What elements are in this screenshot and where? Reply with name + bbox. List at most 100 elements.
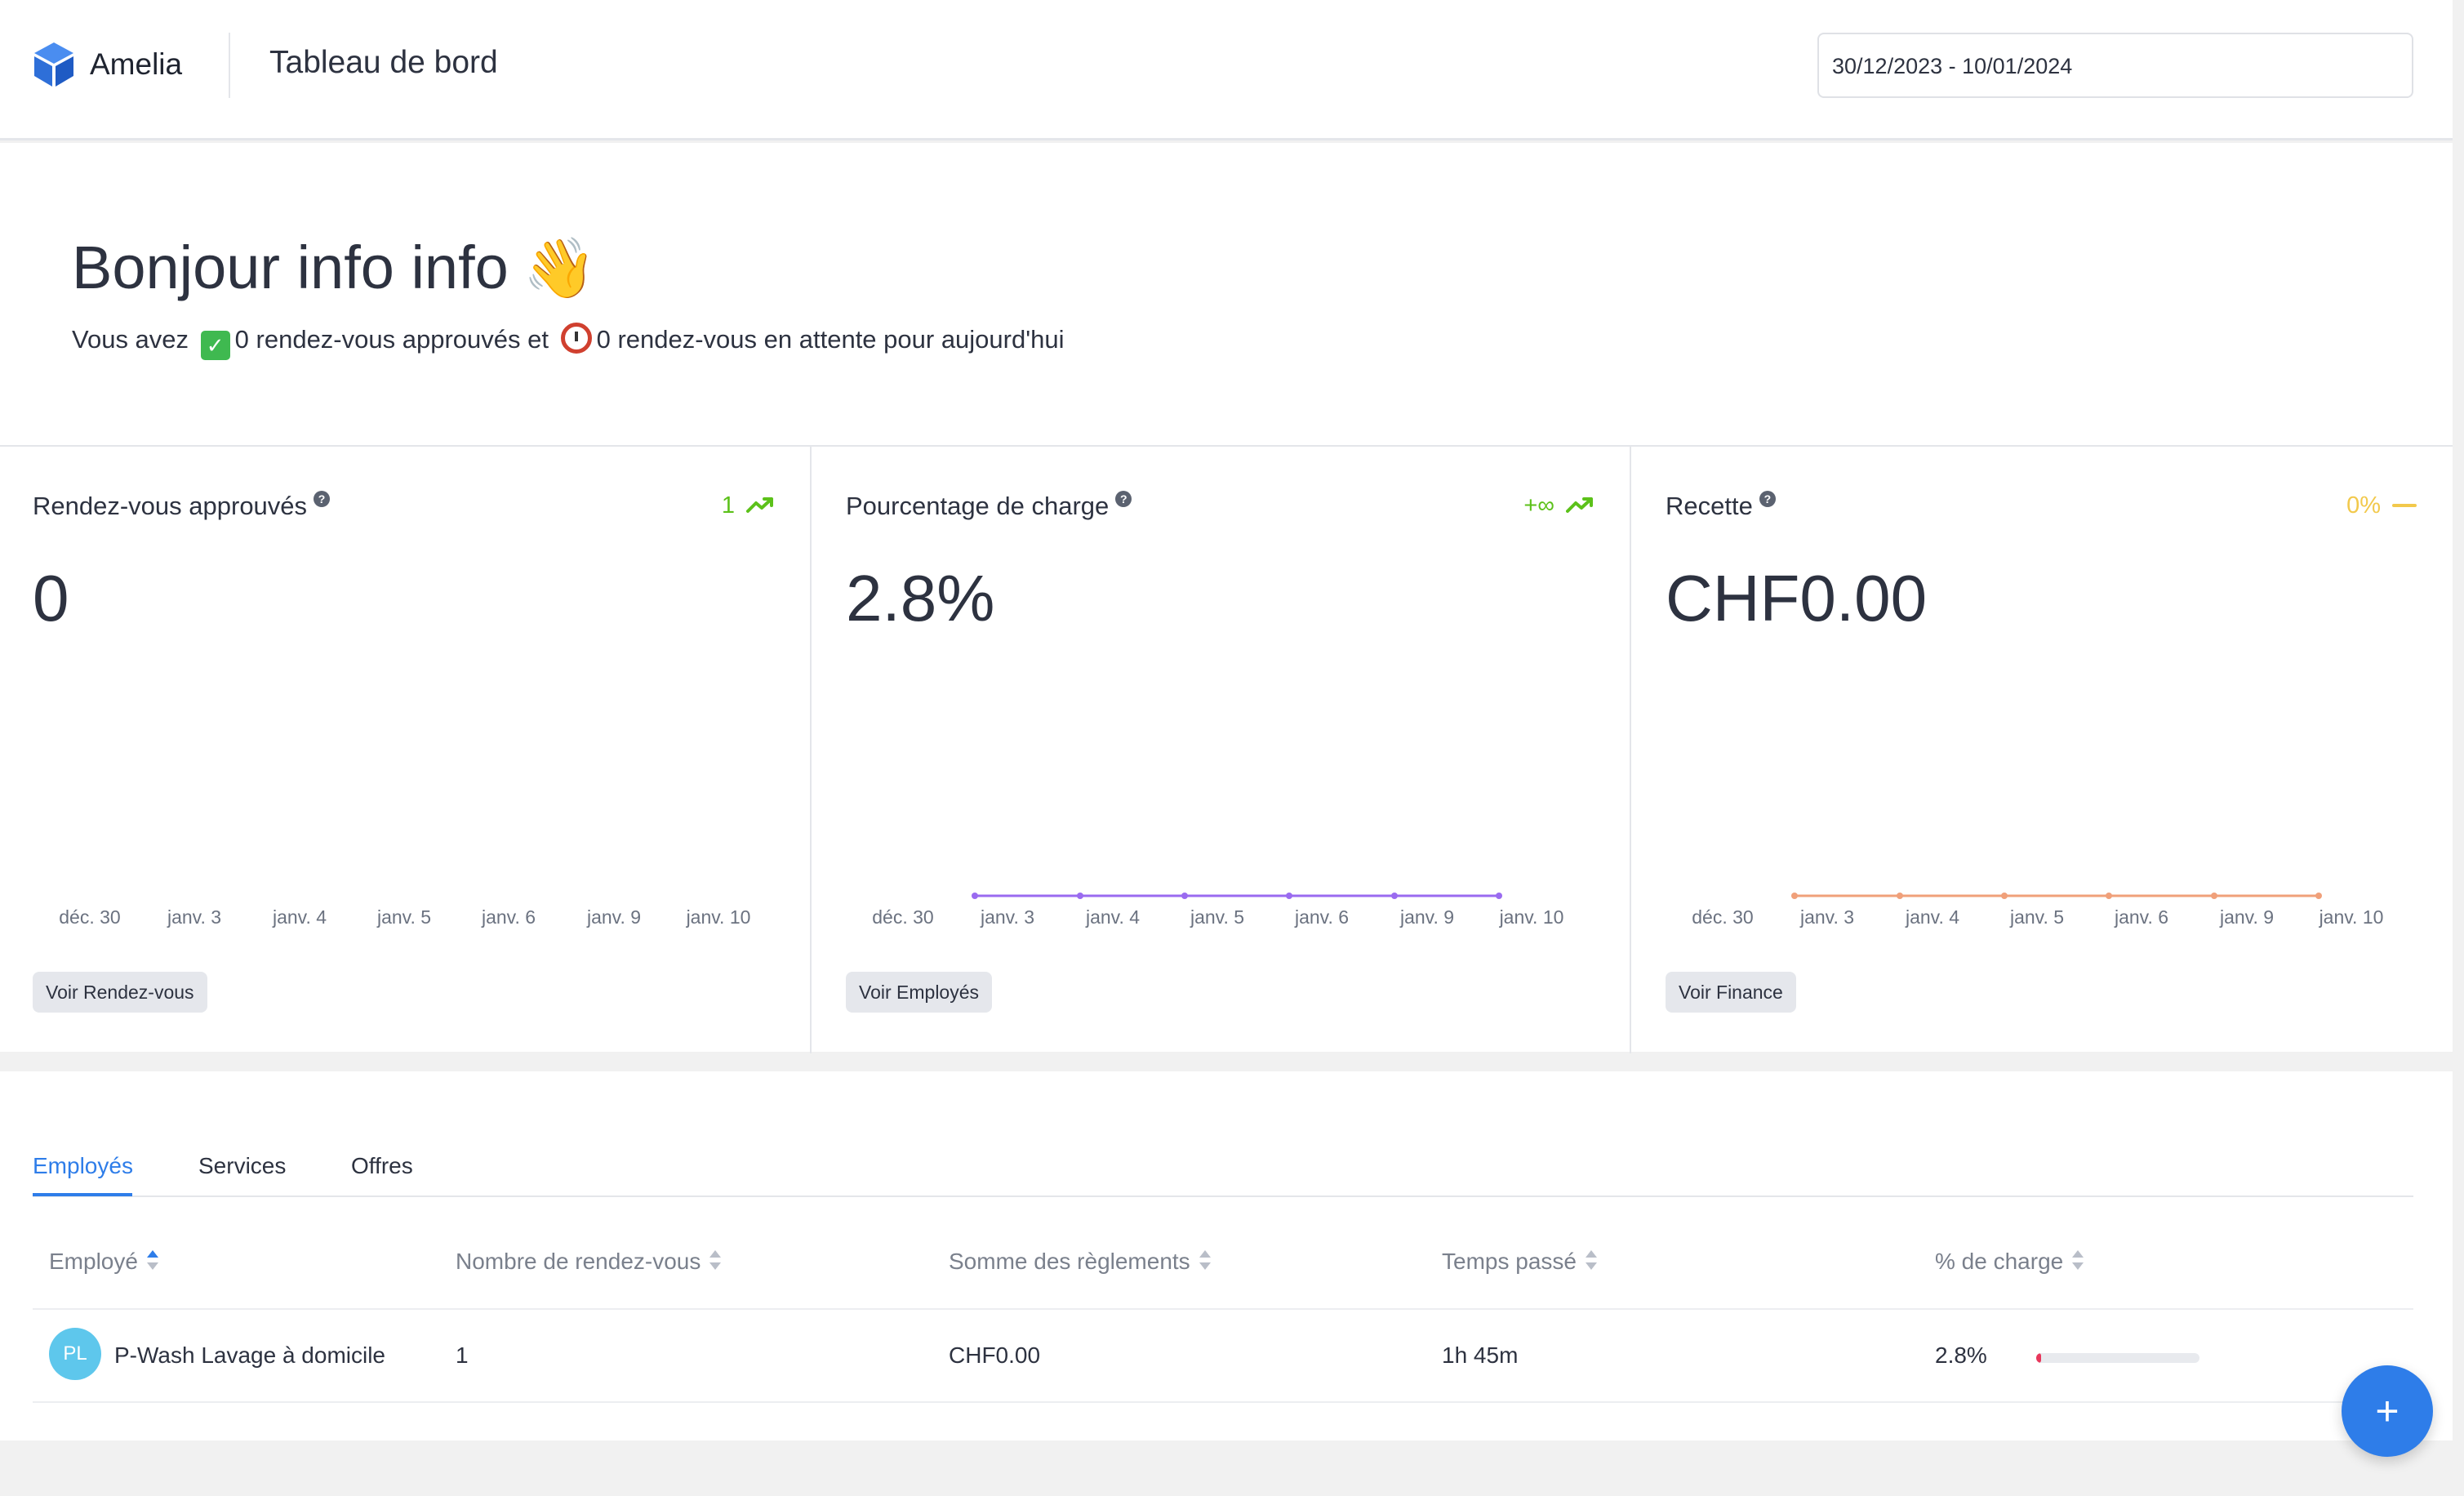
data-point[interactable]	[2001, 893, 2008, 899]
trend-value: 1	[721, 492, 735, 519]
trending-up-icon	[1566, 497, 1593, 513]
amelia-logo-icon	[34, 42, 73, 87]
tab-services[interactable]: Services	[198, 1153, 286, 1179]
stat-card-load-percentage: Pourcentage de charge? +∞ 2.8% déc. 30 ja…	[813, 447, 1631, 1053]
x-tick-label: janv. 9	[2219, 906, 2274, 928]
sort-icon	[709, 1250, 722, 1270]
data-point[interactable]	[972, 893, 978, 899]
sort-icon	[1199, 1250, 1211, 1270]
column-label: % de charge	[1935, 1249, 2064, 1274]
column-header-appointments[interactable]: Nombre de rendez-vous	[456, 1249, 722, 1275]
add-button[interactable]: +	[2342, 1365, 2433, 1457]
data-point[interactable]	[1181, 893, 1188, 899]
greeting-card: Bonjour info info 👋 Vous avez ✓ 0 rendez-v…	[0, 143, 2453, 445]
data-point[interactable]	[1077, 893, 1083, 899]
date-range-picker[interactable]: 30/12/2023 - 10/01/2024	[1817, 33, 2413, 98]
data-point[interactable]	[2315, 893, 2322, 899]
data-point[interactable]	[1286, 893, 1292, 899]
stat-trend: 1	[722, 492, 774, 519]
approved-summary: 0 rendez-vous approuvés et	[234, 325, 549, 354]
trend-value: 0%	[2346, 492, 2381, 519]
payments-sum: CHF0.00	[949, 1342, 1041, 1368]
view-employees-button[interactable]: Voir Employés	[846, 972, 993, 1013]
greeting-text: Bonjour info info	[72, 234, 509, 301]
waving-hand-icon: 👋	[523, 236, 597, 301]
stat-card-approved-appointments: Rendez-vous approuvés? 1 0 déc. 30 janv. …	[0, 447, 812, 1053]
approved-appointments-chart: déc. 30 janv. 3 janv. 4 janv. 5 janv. 6 janv.…	[59, 906, 751, 928]
x-tick-label: janv. 6	[1294, 906, 1349, 928]
x-tick-label: janv. 3	[980, 906, 1034, 928]
active-tab-indicator	[33, 1193, 132, 1196]
data-point[interactable]	[2211, 893, 2217, 899]
row-divider	[33, 1401, 2413, 1403]
greeting-summary: Vous avez ✓ 0 rendez-vous approuvés et 0 …	[72, 323, 1065, 360]
stat-title: Rendez-vous approuvés?	[33, 491, 331, 521]
stat-value: CHF0.00	[1666, 562, 1928, 634]
data-point[interactable]	[2106, 893, 2112, 899]
stat-title: Recette?	[1666, 491, 1776, 521]
avatar: PL	[49, 1328, 101, 1380]
load-percentage-chart: déc. 30 janv. 3 janv. 4 janv. 5 janv. 6 janv.…	[872, 893, 1564, 928]
greeting-title: Bonjour info info 👋	[72, 233, 596, 303]
view-appointments-button[interactable]: Voir Rendez-vous	[33, 972, 207, 1013]
stats-row: Rendez-vous approuvés? 1 0 déc. 30 janv. …	[0, 445, 2453, 1053]
stat-trend: 0%	[2346, 492, 2417, 519]
appointments-count: 1	[456, 1342, 469, 1368]
x-tick-label: janv. 4	[272, 906, 327, 928]
x-tick-label: janv. 9	[586, 906, 641, 928]
x-tick-label: déc. 30	[59, 906, 120, 928]
help-icon[interactable]: ?	[1115, 491, 1132, 507]
x-tick-label: janv. 3	[167, 906, 221, 928]
data-point[interactable]	[1791, 893, 1798, 899]
column-label: Temps passé	[1442, 1249, 1577, 1274]
stat-value: 2.8%	[846, 562, 995, 634]
stat-title-text: Recette	[1666, 492, 1753, 520]
stat-title-text: Pourcentage de charge	[846, 492, 1110, 520]
tab-employees[interactable]: Employés	[33, 1153, 133, 1179]
summary-prefix: Vous avez	[72, 325, 189, 354]
employee-name[interactable]: P-Wash Lavage à domicile	[114, 1342, 385, 1369]
alarm-clock-icon	[560, 323, 592, 354]
data-point[interactable]	[1496, 893, 1502, 899]
x-tick-label: janv. 10	[686, 906, 751, 928]
page-title: Tableau de bord	[269, 45, 498, 80]
x-tick-label: déc. 30	[872, 906, 933, 928]
view-finance-button[interactable]: Voir Finance	[1666, 972, 1796, 1013]
sort-icon	[146, 1250, 158, 1270]
stat-title-text: Rendez-vous approuvés	[33, 492, 308, 520]
load-percentage: 2.8%	[1935, 1342, 1987, 1368]
tab-bar: Employés Services Offres	[33, 1145, 2413, 1197]
x-tick-label: janv. 10	[1499, 906, 1564, 928]
pending-summary: 0 rendez-vous en attente pour aujourd'hu…	[596, 325, 1065, 354]
column-label: Nombre de rendez-vous	[456, 1249, 701, 1274]
load-progress-bar	[2036, 1353, 2199, 1363]
top-bar: Amelia Tableau de bord 30/12/2023 - 10/0…	[0, 0, 2453, 140]
x-tick-label: janv. 6	[2114, 906, 2168, 928]
revenue-chart: déc. 30 janv. 3 janv. 4 janv. 5 janv. 6 janv.…	[1692, 893, 2383, 928]
data-point[interactable]	[1391, 893, 1398, 899]
column-header-time-spent[interactable]: Temps passé	[1442, 1249, 1598, 1275]
stat-trend: +∞	[1523, 492, 1594, 519]
column-header-load[interactable]: % de charge	[1935, 1249, 2084, 1275]
sort-icon	[2072, 1250, 2084, 1270]
trending-up-icon	[746, 497, 773, 513]
x-tick-label: janv. 3	[1799, 906, 1854, 928]
employees-table-card: Employés Services Offres Employé Nombre …	[0, 1071, 2453, 1440]
brand-name: Amelia	[90, 47, 183, 81]
column-header-employee[interactable]: Employé	[49, 1249, 159, 1275]
sort-icon	[1585, 1250, 1597, 1270]
x-tick-label: janv. 5	[2009, 906, 2064, 928]
x-tick-label: déc. 30	[1692, 906, 1753, 928]
help-icon[interactable]: ?	[1759, 491, 1776, 507]
column-header-payments[interactable]: Somme des règlements	[949, 1249, 1212, 1275]
header-divider	[229, 33, 230, 98]
tab-offers[interactable]: Offres	[351, 1153, 413, 1179]
minus-icon	[2392, 504, 2417, 507]
stat-card-revenue: Recette? 0% CHF0.00 déc. 30 janv. 3 janv. …	[1633, 447, 2453, 1053]
x-tick-label: janv. 5	[376, 906, 431, 928]
column-label: Employé	[49, 1249, 138, 1274]
stat-value: 0	[33, 562, 69, 634]
row-divider	[33, 1308, 2413, 1310]
data-point[interactable]	[1897, 893, 1903, 899]
help-icon[interactable]: ?	[314, 491, 331, 507]
